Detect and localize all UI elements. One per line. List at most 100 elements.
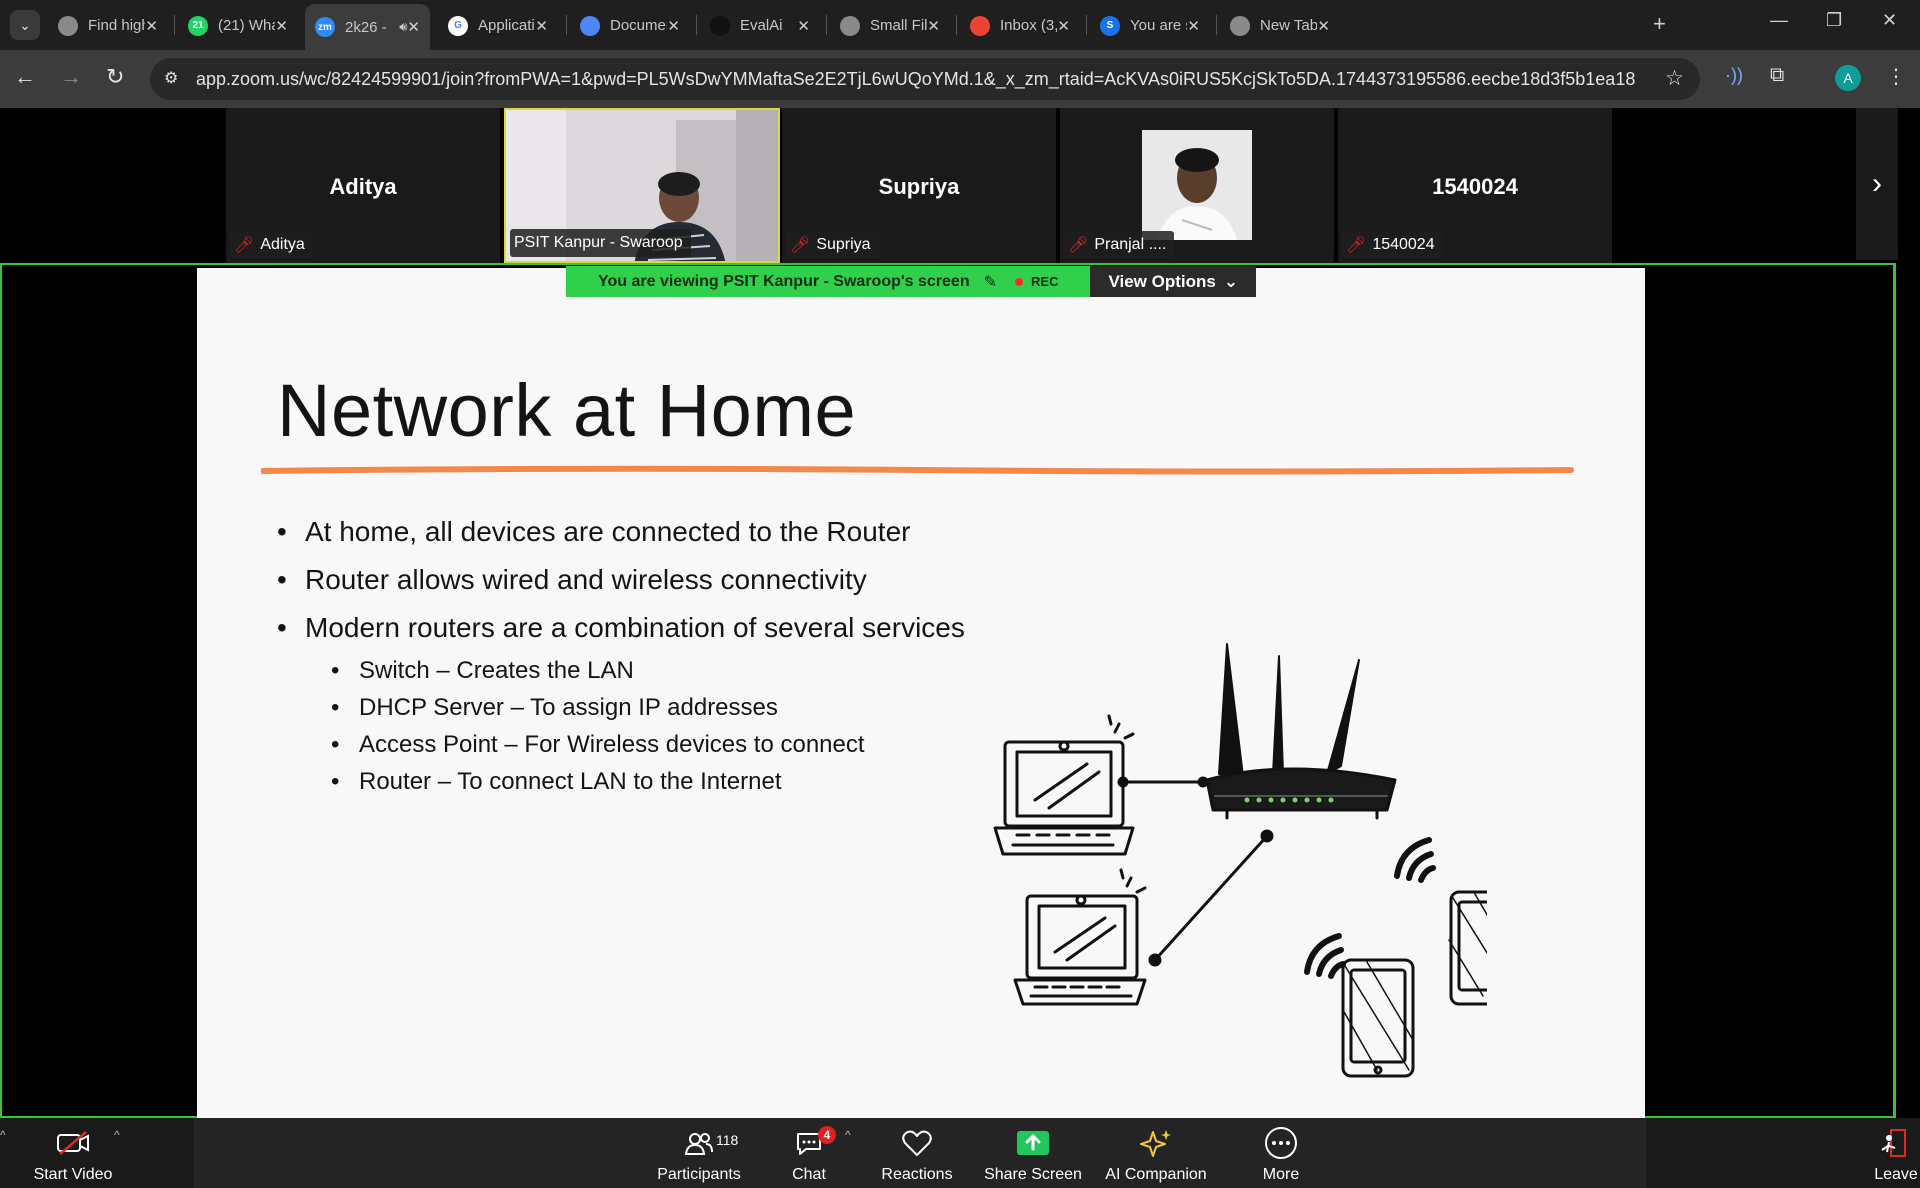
tab-title: Inbox (3,0	[1000, 17, 1057, 34]
participant-photo	[1142, 130, 1252, 240]
profile-avatar[interactable]: A	[1835, 65, 1861, 91]
participant-name: Aditya	[329, 174, 397, 199]
chat-options-chevron-icon[interactable]: ^	[845, 1128, 851, 1142]
viewing-status: You are viewing PSIT Kanpur - Swaroop's …	[566, 266, 1091, 297]
close-tab-icon[interactable]: ✕	[1187, 17, 1200, 35]
url-text[interactable]: app.zoom.us/wc/82424599901/join?fromPWA=…	[196, 69, 1636, 90]
more-dots-icon	[1226, 1124, 1336, 1162]
network-diagram	[993, 643, 1487, 1078]
bullet-item: Router allows wired and wireless connect…	[277, 564, 965, 612]
gmail-icon	[970, 15, 990, 36]
mic-muted-icon: 🎤︎	[790, 237, 811, 254]
browser-tab[interactable]: 21 (21) Whats✕	[178, 7, 298, 44]
reactions-button[interactable]: Reactions	[862, 1124, 972, 1184]
bookmark-star-icon[interactable]: ☆	[1665, 66, 1684, 91]
wifi-signal-icon	[1304, 933, 1346, 979]
heart-icon	[862, 1124, 972, 1162]
forward-button[interactable]: →	[60, 64, 82, 90]
tab-audio-icon[interactable]: 🔊︎	[399, 19, 407, 35]
meeting-toolbar: ^ Start Video ^ 118 Participants 4 Chat …	[0, 1118, 1920, 1188]
close-tab-icon[interactable]: ✕	[407, 18, 420, 36]
browser-tab[interactable]: New Tab ✕	[1220, 7, 1340, 44]
leave-button[interactable]: Leave	[1872, 1124, 1920, 1184]
start-video-button[interactable]: Start Video	[18, 1124, 128, 1184]
close-tab-icon[interactable]: ✕	[1057, 17, 1070, 35]
recording-dot-icon	[1015, 277, 1024, 286]
participant-tag: 🎤︎ Aditya	[230, 231, 313, 259]
close-tab-icon[interactable]: ✕	[927, 17, 940, 35]
participant-tile[interactable]: 🎤︎ Pranjal ....	[1060, 108, 1336, 263]
sub-bullet-item: Switch – Creates the LAN	[277, 657, 965, 694]
chatgpt-icon	[58, 15, 78, 36]
close-tab-icon[interactable]: ✕	[667, 17, 680, 35]
close-tab-icon[interactable]: ✕	[145, 17, 158, 35]
tab-title: (21) Whats	[218, 17, 275, 34]
extensions-icon[interactable]: ⧉	[1770, 64, 1784, 87]
video-options-chevron-icon[interactable]: ^	[114, 1128, 120, 1142]
browser-tab[interactable]: EvalAi ✕	[700, 7, 820, 44]
tab-search-button[interactable]: ⌄	[10, 10, 40, 40]
sparkle-icon	[1101, 1124, 1211, 1162]
participant-tile-active-speaker[interactable]: PSIT Kanpur - Swaroop	[504, 108, 780, 263]
browser-tab[interactable]: Small Files✕	[830, 7, 950, 44]
back-button[interactable]: ←	[14, 64, 36, 90]
browser-tab[interactable]: S You are sic✕	[1090, 7, 1210, 44]
close-tab-icon[interactable]: ✕	[1317, 17, 1330, 35]
minimize-button[interactable]: —	[1770, 10, 1788, 31]
tab-separator	[566, 15, 567, 35]
participants-count: 118	[716, 1132, 739, 1148]
site-info-icon[interactable]: ⚙	[164, 68, 178, 88]
whatsapp-icon: 21	[188, 15, 208, 36]
browser-tab-bar: ⌄ Find highe✕21(21) Whats✕zm2k26 -🔊︎✕GAp…	[0, 0, 1920, 50]
view-options-button[interactable]: View Options ⌄	[1090, 266, 1257, 297]
bullet-item: At home, all devices are connected to th…	[277, 516, 965, 564]
participant-tile[interactable]: Supriya 🎤︎ Supriya	[782, 108, 1058, 263]
sub-bullet-item: Router – To connect LAN to the Internet	[277, 768, 965, 805]
slide-bullets: At home, all devices are connected to th…	[277, 516, 965, 805]
chatgpt-icon	[840, 15, 860, 36]
restore-button[interactable]: ❐	[1826, 10, 1842, 31]
sub-bullet-item: DHCP Server – To assign IP addresses	[277, 694, 965, 731]
read-aloud-icon[interactable]: ·))	[1725, 65, 1743, 86]
next-participants-chevron-icon[interactable]: ›	[1856, 108, 1898, 260]
docs-icon	[580, 15, 600, 36]
share-screen-button[interactable]: Share Screen	[978, 1124, 1088, 1184]
close-tab-icon[interactable]: ✕	[535, 17, 548, 35]
browser-tab[interactable]: Find highe✕	[48, 7, 168, 44]
browser-tab[interactable]: zm 2k26 - 🔊︎ ✕	[305, 4, 430, 50]
chevron-up-icon[interactable]: ^	[0, 1128, 6, 1142]
more-button[interactable]: More	[1226, 1124, 1336, 1184]
title-underline	[261, 465, 1574, 475]
browser-tab[interactable]: Inbox (3,0✕	[960, 7, 1080, 44]
close-tab-icon[interactable]: ✕	[797, 17, 810, 35]
participant-tile[interactable]: Aditya 🎤︎ Aditya	[226, 108, 502, 263]
address-bar[interactable]: ⚙ app.zoom.us/wc/82424599901/join?fromPW…	[150, 58, 1700, 100]
browser-menu-icon[interactable]: ⋮	[1886, 64, 1906, 89]
participant-tile[interactable]: 1540024 🎤︎ 1540024	[1338, 108, 1614, 263]
participant-tag: 🎤︎ Supriya	[786, 231, 879, 259]
mic-muted-icon: 🎤︎	[234, 237, 255, 254]
participant-tag: 🎤︎ Pranjal ....	[1064, 231, 1175, 259]
router-icon	[1205, 643, 1397, 820]
chevron-down-icon: ⌄	[1223, 271, 1239, 291]
browser-toolbar: ← → ↻ ⚙ app.zoom.us/wc/82424599901/join?…	[0, 50, 1920, 108]
mic-icon: ✎	[983, 273, 998, 291]
participant-name: 1540024	[1432, 174, 1518, 199]
video-off-icon	[18, 1124, 128, 1162]
tab-separator	[1216, 15, 1217, 35]
close-tab-icon[interactable]: ✕	[275, 17, 288, 35]
close-window-button[interactable]: ✕	[1882, 10, 1897, 31]
browser-tab[interactable]: G Applicatior✕	[438, 7, 558, 44]
participants-button[interactable]: 118 Participants	[644, 1124, 754, 1184]
participant-tag: 🎤︎ 1540024	[1342, 231, 1443, 259]
new-tab-button[interactable]: +	[1653, 11, 1666, 37]
tab-separator	[826, 15, 827, 35]
tab-separator	[956, 15, 957, 35]
share-screen-icon	[978, 1124, 1088, 1162]
ai-companion-button[interactable]: AI Companion	[1101, 1124, 1211, 1184]
reload-button[interactable]: ↻	[106, 64, 124, 90]
participant-tag: PSIT Kanpur - Swaroop	[510, 229, 691, 257]
browser-tab[interactable]: Document✕	[570, 7, 690, 44]
zoom-meeting: Aditya 🎤︎ Aditya PSIT Kanpur - Swaroop Su…	[0, 108, 1920, 1188]
evalai-icon	[710, 15, 730, 36]
